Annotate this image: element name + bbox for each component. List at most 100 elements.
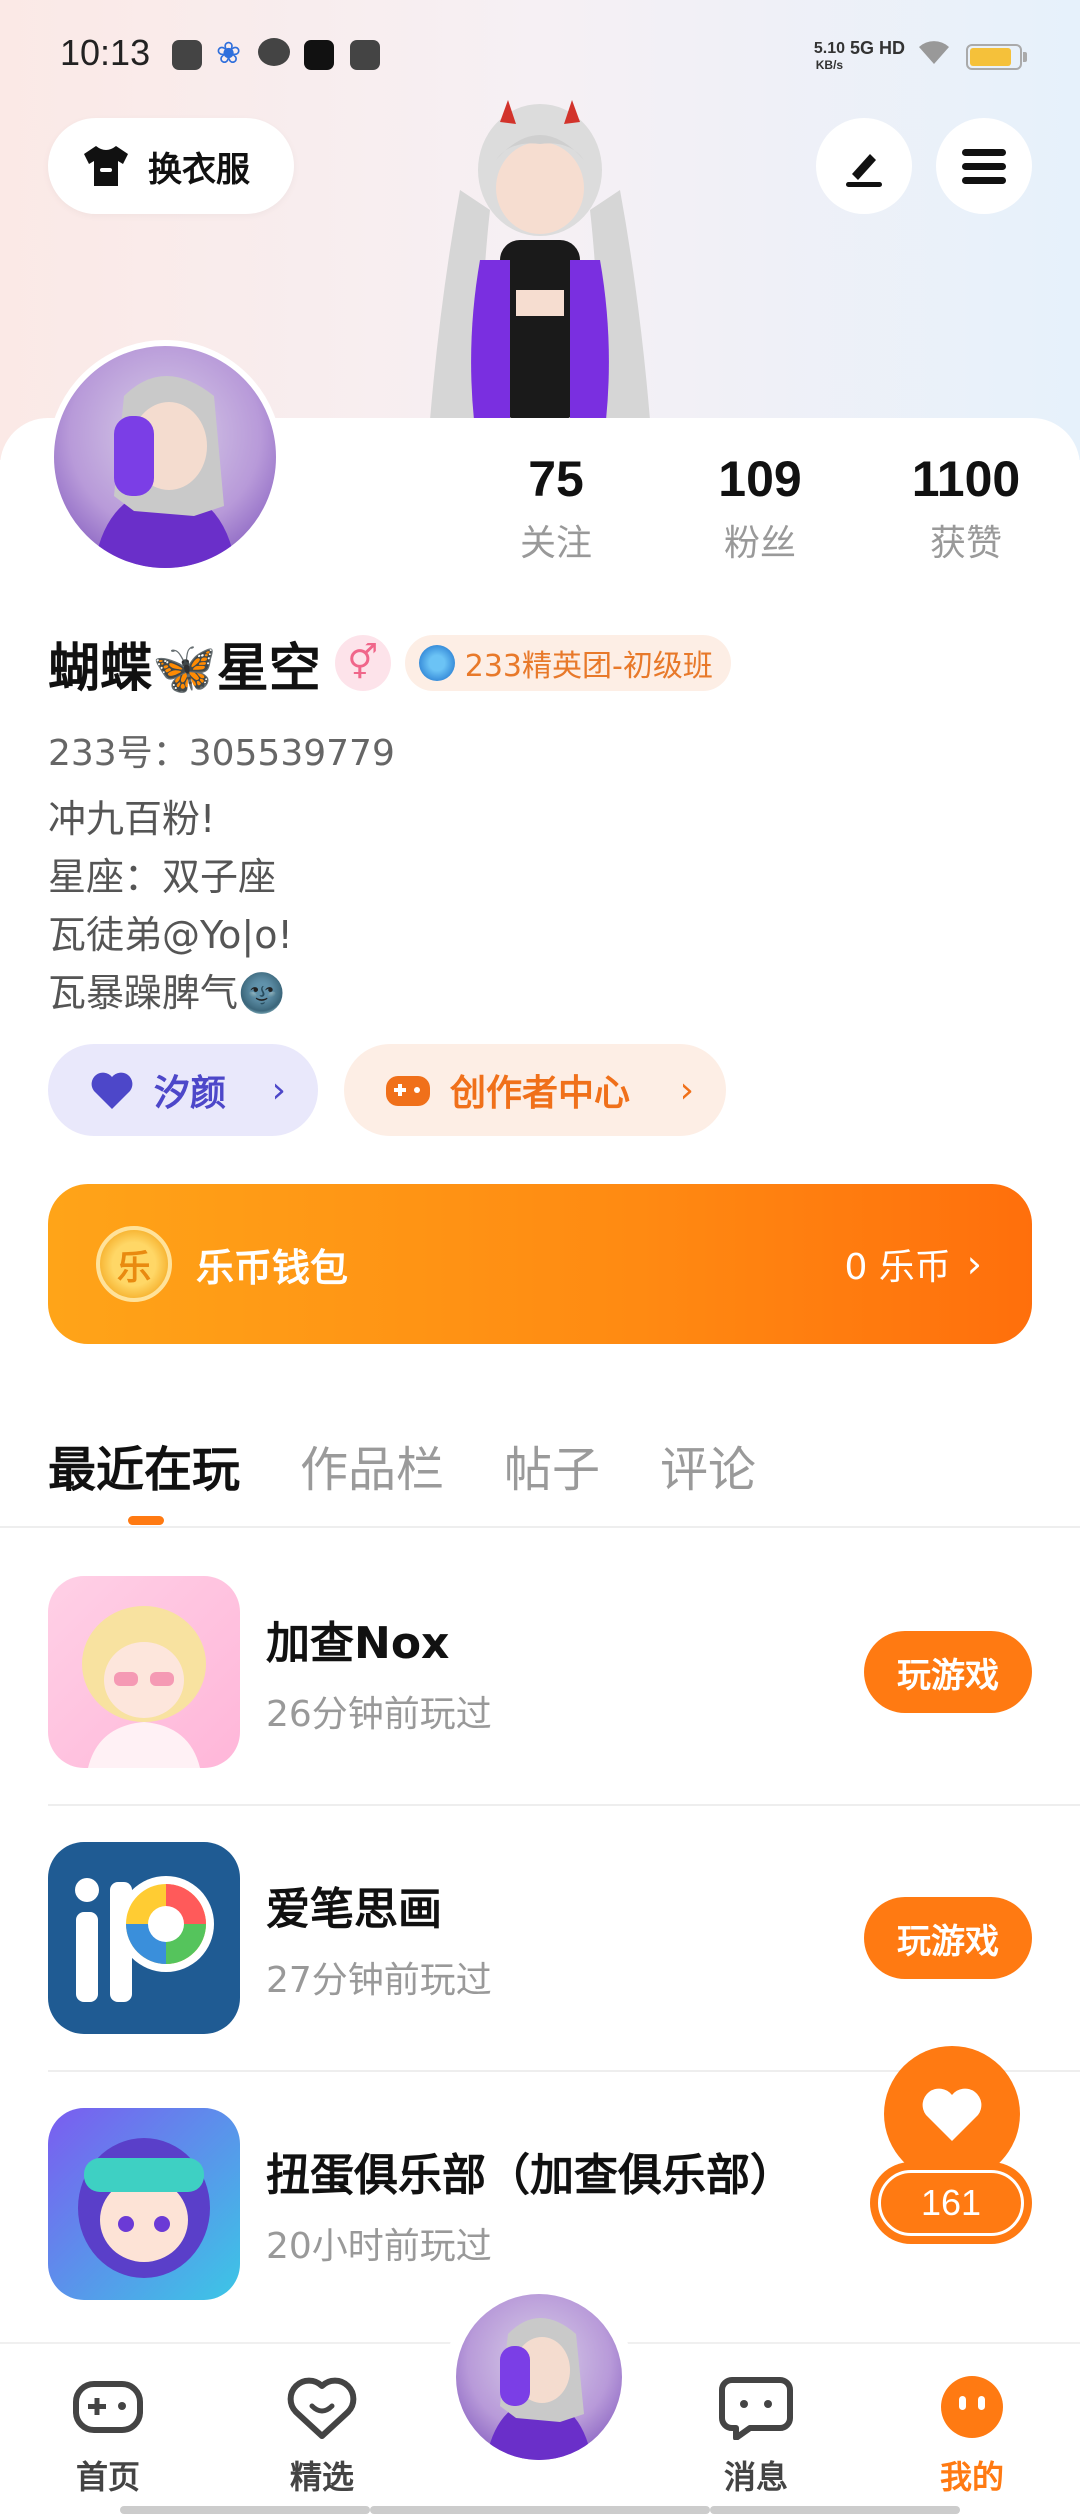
game-name: 加查Nox [266,1618,450,1669]
list-item[interactable]: 加查Nox 26分钟前玩过 玩游戏 [48,1572,1032,1772]
chevron-right-icon: › [966,1242,982,1286]
gamepad-icon [73,2381,143,2433]
home-indicator [370,2506,710,2514]
profile-name: 蝴蝶🦋星空 [48,638,321,699]
avatar-portrait [94,376,236,568]
stat-followers-value: 109 [718,451,802,507]
friend-chip-label: 汐颜 [154,1073,227,1114]
stat-followers-label: 粉丝 [723,523,796,564]
nav-home[interactable]: 首页 [28,2374,188,2498]
tshirt-icon [84,146,128,186]
coin-icon: 乐 [96,1226,172,1302]
game-name: 爱笔思画 [266,1884,442,1935]
game-art [78,2138,210,2278]
notification-chat-icon [258,38,290,66]
floating-like-button[interactable]: 161 [870,2046,1032,2250]
stat-following-label: 关注 [519,523,592,564]
battery-icon [966,44,1027,70]
game-thumbnail [48,1576,240,1768]
change-outfit-label: 换衣服 [148,149,250,190]
home-indicator [710,2506,960,2514]
profile-name-row: 蝴蝶🦋星空 ⚥ 233精英团-初级班 [48,628,731,699]
nav-home-label: 首页 [75,2458,140,2496]
rank-badge-label: 233精英团-初级班 [464,649,713,684]
stat-likes-label: 获赞 [929,523,1002,564]
change-outfit-button[interactable]: 换衣服 [48,118,294,214]
wallet-banner[interactable]: 乐 乐币钱包 0 乐币 › [48,1184,1032,1344]
creator-center-chip[interactable]: 创作者中心 › [344,1044,726,1136]
stat-likes[interactable]: 1100 获赞 [866,450,1066,566]
tab-works[interactable]: 作品栏 [300,1430,444,1500]
avatar-character-figure[interactable] [370,100,710,420]
avatar-portrait [486,2318,592,2460]
notification-paw-icon: ❀ [216,36,242,71]
network-speed-unit: KB/s [815,58,844,72]
divider [48,1804,1080,1806]
divider [0,1526,1080,1528]
game-info: 扭蛋俱乐部（加查俱乐部） 20小时前玩过 [266,2139,794,2269]
notification-tiktok-icon [304,40,334,70]
rank-badge[interactable]: 233精英团-初级班 [404,635,731,691]
wallet-title: 乐币钱包 [196,1245,349,1290]
avatar [456,2294,622,2460]
game-info: 加查Nox 26分钟前玩过 [266,1607,492,1737]
creator-center-label: 创作者中心 [450,1073,631,1114]
stat-following[interactable]: 75 关注 [456,450,656,566]
game-art [75,1876,214,2002]
bio-line: 冲九百粉! [48,797,216,841]
home-indicator [120,2506,370,2514]
profile-tabs: 最近在玩 作品栏 帖子 评论 [48,1420,756,1510]
heart-icon [922,2088,982,2141]
nav-center-avatar[interactable] [444,2282,634,2472]
game-thumbnail [48,1842,240,2034]
heart-chat-icon [287,2377,357,2439]
game-last-played: 27分钟前玩过 [266,1960,492,2001]
stat-followers[interactable]: 109 粉丝 [660,450,860,566]
play-game-button[interactable]: 玩游戏 [864,1897,1032,1979]
hamburger-menu-icon [962,149,1006,184]
status-bar: 10:13 ❀ 5.10 KB/s 5G HD [0,0,1080,110]
game-thumbnail [48,2108,240,2300]
tab-recent-played[interactable]: 最近在玩 [48,1430,240,1500]
bio-line: 瓦暴躁脾气🌚 [48,971,286,1015]
menu-button[interactable] [936,118,1032,214]
gender-icon: ⚥ [334,635,391,691]
nav-messages[interactable]: 消息 [676,2374,836,2498]
stat-likes-value: 1100 [911,451,1021,507]
user-id: 233号：305539779 [48,733,395,774]
notification-app-icon [172,40,202,70]
tab-posts[interactable]: 帖子 [504,1430,600,1500]
active-tab-indicator [128,1516,164,1525]
status-time: 10:13 [60,32,151,73]
notification-mail-icon [350,40,380,70]
like-count-pill: 161 [870,2162,1032,2244]
nav-me[interactable]: 我的 [892,2374,1052,2498]
wallet-amount: 0 乐币 [844,1247,951,1288]
pen-icon [846,154,882,187]
smiley-icon [941,2376,1003,2438]
nav-featured[interactable]: 精选 [242,2374,402,2498]
network-speed-value: 5.10 [813,40,845,57]
tab-comments[interactable]: 评论 [660,1430,756,1500]
play-game-button[interactable]: 玩游戏 [864,1631,1032,1713]
stat-following-value: 75 [528,451,584,507]
nav-messages-label: 消息 [723,2458,788,2496]
game-last-played: 26分钟前玩过 [266,1694,492,1735]
profile-avatar[interactable] [48,340,282,574]
bio-line: 星座：双子座 [48,855,277,899]
like-count: 161 [878,2170,1024,2236]
game-name: 扭蛋俱乐部（加查俱乐部） [266,2150,794,2201]
profile-bio: 冲九百粉! 星座：双子座 瓦徒弟@Yo|o! 瓦暴躁脾气🌚 [48,790,293,1022]
friend-chip[interactable]: 汐颜 › [48,1044,318,1136]
message-icon [719,2377,793,2441]
heart-icon [91,1072,133,1109]
gamepad-icon [386,1076,430,1106]
game-last-played: 20小时前玩过 [266,2226,492,2267]
game-art [82,1606,206,1768]
chevron-right-icon: › [271,1069,286,1111]
list-item[interactable]: 爱笔思画 27分钟前玩过 玩游戏 [48,1838,1032,2038]
nav-featured-label: 精选 [289,2458,354,2496]
signal-indicator: 5G HD [849,38,905,58]
game-info: 爱笔思画 27分钟前玩过 [266,1873,492,2003]
edit-profile-button[interactable] [816,118,912,214]
